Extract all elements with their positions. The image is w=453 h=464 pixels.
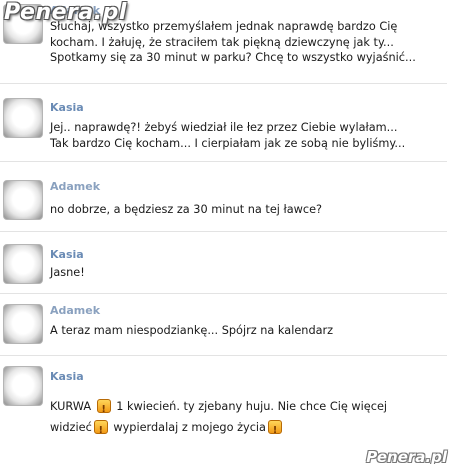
message-body: A teraz mam niespodziankę... Spójrz na k… (50, 323, 443, 339)
avatar[interactable] (3, 98, 43, 138)
avatar[interactable] (3, 366, 43, 406)
message-line: no dobrze, a będziesz za 30 minut na tej… (50, 203, 323, 216)
message-line: A teraz mam niespodziankę... Spójrz na k… (50, 324, 334, 337)
message-author[interactable]: Adamek (50, 305, 100, 317)
message-body: Jasne! (50, 265, 443, 281)
message-line: Jasne! (50, 266, 85, 279)
message-body: no dobrze, a będziesz za 30 minut na tej… (50, 202, 443, 218)
angry-emoticon-icon (267, 420, 282, 441)
message-body: KURWA 1 kwiecień. ty zjebany huju. Nie c… (50, 396, 443, 441)
message-author[interactable]: Kasia (50, 371, 84, 383)
message-body: Jej.. naprawdę?! żebyś wiedział ile łez … (50, 120, 443, 151)
avatar[interactable] (3, 244, 43, 284)
message-line: widzieć wypierdalaj z mojego życia (50, 417, 443, 441)
message-line: Jej.. naprawdę?! żebyś wiedział ile łez … (50, 121, 398, 134)
message-body: Słuchaj, wszystko przemyślałem jednak na… (50, 19, 443, 66)
message-author[interactable]: Kasia (50, 102, 84, 114)
message-text: 1 kwiecień. ty zjebany huju. Nie chce Ci… (116, 400, 388, 413)
message-thread: Adamek Słuchaj, wszystko przemyślałem je… (0, 0, 453, 464)
angry-emoticon-icon (93, 420, 108, 441)
avatar[interactable] (3, 304, 43, 344)
message-text: widzieć (50, 421, 92, 434)
message-text: wypierdalaj z mojego życia (113, 421, 266, 434)
site-logo: Penera.pl (4, 0, 127, 25)
message-line: kocham. I żałuję, że straciłem tak piękn… (50, 35, 394, 49)
message-item: Kasia Jasne! (0, 240, 447, 294)
message-author[interactable]: Kasia (50, 249, 84, 261)
message-text: KURWA (50, 400, 92, 413)
message-line: Tak bardzo Cię kocham... I cierpiałam ja… (50, 136, 406, 150)
message-line: Spotkamy się za 30 minut w parku? Chcę t… (50, 51, 416, 64)
message-line: KURWA 1 kwiecień. ty zjebany huju. Nie c… (50, 396, 443, 420)
avatar[interactable] (3, 180, 43, 220)
message-author[interactable]: Adamek (50, 181, 100, 193)
angry-emoticon-icon (96, 399, 111, 420)
site-watermark: Penera.pl (366, 448, 447, 464)
message-item: Adamek A teraz mam niespodziankę... Spój… (0, 300, 447, 356)
message-item: Kasia Jej.. naprawdę?! żebyś wiedział il… (0, 90, 447, 162)
message-item: Adamek no dobrze, a będziesz za 30 minut… (0, 170, 447, 232)
